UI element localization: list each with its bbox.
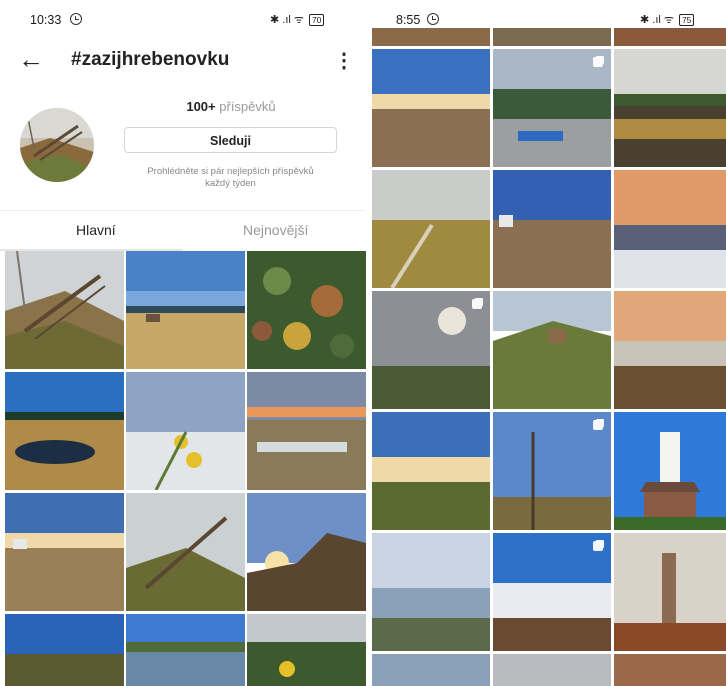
- photo-tile[interactable]: [614, 49, 726, 167]
- alarm-icon: [427, 13, 439, 25]
- photo-tile[interactable]: [372, 28, 490, 46]
- multiple-photos-icon: [593, 57, 603, 67]
- multiple-photos-icon: [593, 541, 603, 551]
- photo-tile[interactable]: [493, 49, 611, 167]
- photo-tile[interactable]: [372, 412, 490, 530]
- tab-recent[interactable]: Nejnovější: [243, 222, 308, 238]
- photo-tile[interactable]: [493, 291, 611, 409]
- description-line-1: Prohlédněte si pár nejlepších příspěvků: [147, 166, 314, 177]
- posts-count: 100+ příspěvků: [124, 99, 338, 114]
- status-time: 10:33: [30, 13, 62, 27]
- photo-tile[interactable]: [247, 614, 366, 686]
- app-bar: ← #zazijhrebenovku ⋮: [0, 38, 366, 82]
- signal-icons: ✱ .ıl ᯤ: [270, 14, 304, 26]
- multiple-photos-icon: [593, 420, 603, 430]
- photo-tile[interactable]: [493, 170, 611, 288]
- more-vertical-icon[interactable]: ⋮: [334, 48, 354, 73]
- photo-tile[interactable]: [126, 493, 245, 611]
- photo-tile[interactable]: [493, 533, 611, 651]
- photo-tile[interactable]: [126, 372, 245, 490]
- status-time: 8:55: [396, 13, 421, 27]
- multiple-photos-icon: [472, 299, 482, 309]
- posts-label: příspěvků: [219, 99, 276, 114]
- photo-tile[interactable]: [493, 654, 611, 686]
- photo-tile[interactable]: [126, 251, 245, 369]
- follow-button[interactable]: Sleduji: [124, 127, 337, 153]
- photo-tile[interactable]: [614, 170, 726, 288]
- status-icons: ✱ .ıl ᯤ 75: [640, 12, 695, 27]
- status-bar: 10:33 ✱ .ıl ᯤ 70: [0, 0, 366, 38]
- photo-tile[interactable]: [247, 493, 366, 611]
- posts-number: 100+: [186, 99, 216, 114]
- photo-tile[interactable]: [614, 654, 726, 686]
- photo-tile[interactable]: [5, 251, 124, 369]
- tab-top[interactable]: Hlavní: [76, 222, 116, 238]
- right-phone-screen: 8:55 ✱ .ıl ᯤ 75: [372, 0, 726, 686]
- tab-bar: Hlavní Nejnovější: [0, 210, 366, 251]
- photo-tile[interactable]: [372, 291, 490, 409]
- photo-tile[interactable]: [614, 533, 726, 651]
- photo-tile[interactable]: [614, 28, 726, 46]
- photo-tile[interactable]: [5, 493, 124, 611]
- photo-tile[interactable]: [247, 372, 366, 490]
- photo-tile[interactable]: [372, 170, 490, 288]
- photo-tile[interactable]: [614, 412, 726, 530]
- photo-tile[interactable]: [247, 251, 366, 369]
- page-title: #zazijhrebenovku: [71, 49, 230, 70]
- top-posts-description: Prohlédněte si pár nejlepších příspěvků …: [124, 166, 337, 190]
- battery-icon: 70: [308, 13, 325, 26]
- status-icons: ✱ .ıl ᯤ 70: [270, 12, 325, 27]
- photo-tile[interactable]: [493, 28, 611, 46]
- photo-tile[interactable]: [5, 614, 124, 686]
- left-phone-screen: 10:33 ✱ .ıl ᯤ 70 ← #zazijhrebenovku ⋮ 10…: [0, 0, 366, 686]
- photo-tile[interactable]: [5, 372, 124, 490]
- photo-tile[interactable]: [126, 614, 245, 686]
- back-arrow-icon[interactable]: ←: [18, 45, 44, 73]
- photo-tile[interactable]: [372, 654, 490, 686]
- signal-icons: ✱ .ıl ᯤ: [640, 14, 674, 26]
- description-line-2: každý týden: [205, 178, 256, 189]
- photo-tile[interactable]: [614, 291, 726, 409]
- battery-icon: 75: [678, 13, 695, 26]
- alarm-icon: [70, 13, 82, 25]
- hashtag-avatar: [20, 108, 94, 182]
- photo-tile[interactable]: [372, 533, 490, 651]
- photo-tile[interactable]: [372, 49, 490, 167]
- photo-tile[interactable]: [493, 412, 611, 530]
